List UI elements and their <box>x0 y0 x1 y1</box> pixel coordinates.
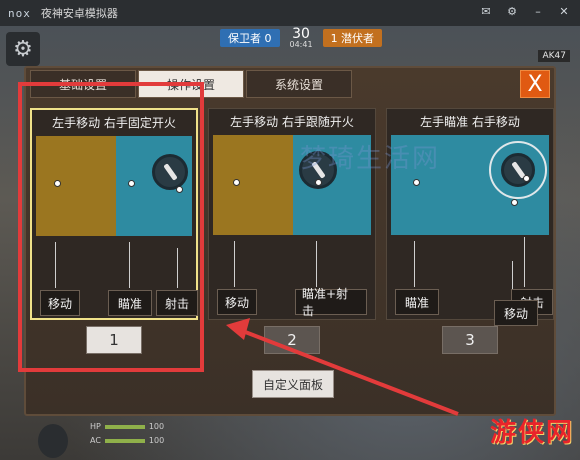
app-title: 夜神安卓模拟器 <box>40 7 118 20</box>
label-aim: 瞄准 <box>395 289 439 315</box>
invader-team-score: 1 潜伏者 <box>322 29 383 47</box>
hp-label: HP <box>90 422 101 431</box>
close-window-icon[interactable]: ✕ <box>558 5 570 18</box>
tab-control-settings[interactable]: 操作设置 <box>138 70 244 98</box>
move-zone <box>36 136 116 236</box>
settings-icon[interactable]: ⚙ <box>506 5 518 18</box>
nox-logo: nox <box>8 6 31 20</box>
layout-select-button-1[interactable]: 1 <box>86 326 142 354</box>
score-value: 30 <box>292 26 310 42</box>
layout-panel-1[interactable]: 左手移动 右手固定开火 移动 瞄准 射击 <box>30 108 198 320</box>
label-aim: 瞄准 <box>108 290 152 316</box>
label-fire: 射击 <box>156 290 198 316</box>
player-stance-icon <box>38 424 68 458</box>
custom-panel-button[interactable]: 自定义面板 <box>252 370 334 398</box>
emulator-titlebar: nox 夜神安卓模拟器 ✉ ⚙ – ✕ <box>0 0 580 26</box>
move-zone <box>213 135 293 235</box>
label-move-panel-3: 移动 <box>494 300 538 326</box>
label-move: 移动 <box>217 289 257 315</box>
aim-anchor-dot <box>128 180 135 187</box>
layout-select-button-3[interactable]: 3 <box>442 326 498 354</box>
game-settings-gear-icon[interactable]: ⚙ <box>6 32 40 66</box>
watermark-text: 梦琦生活网 <box>300 144 441 174</box>
weapon-label: AK47 <box>538 50 570 62</box>
layout-title-2: 左手移动 右手跟随开火 <box>230 115 354 129</box>
fire-anchor-dot <box>523 175 530 182</box>
hp-bar: HP 100 <box>90 422 164 431</box>
layout-title-3: 左手瞄准 右手移动 <box>420 115 520 129</box>
layout-preview-1 <box>36 136 192 236</box>
aim-fire-anchor-dot <box>315 179 322 186</box>
mail-icon[interactable]: ✉ <box>480 5 492 18</box>
scoreboard: 保卫者 0 30 04:41 1 潜伏者 <box>220 27 383 49</box>
ac-bar: AC 100 <box>90 436 164 445</box>
site-logo: 游侠网 <box>489 418 574 448</box>
move-knob-icon <box>501 153 535 187</box>
settings-tabs: 基础设置 操作设置 系统设置 <box>30 70 352 98</box>
label-aim-fire: 瞄准+射击 <box>295 287 367 318</box>
move-anchor-dot <box>54 180 61 187</box>
close-dialog-button[interactable]: X <box>520 70 550 98</box>
minimize-icon[interactable]: – <box>532 5 544 18</box>
label-move: 移动 <box>40 290 80 316</box>
tab-system-settings[interactable]: 系统设置 <box>246 70 352 98</box>
ac-label: AC <box>90 436 101 445</box>
move-anchor-dot <box>233 179 240 186</box>
round-score: 30 04:41 <box>290 27 313 49</box>
defender-team-score: 保卫者 0 <box>220 29 280 47</box>
ac-value: 100 <box>148 436 165 445</box>
round-timer: 04:41 <box>289 40 313 49</box>
move-anchor-dot <box>511 199 518 206</box>
settings-dialog: 基础设置 操作设置 系统设置 X 左手移动 右手固定开火 移动 瞄准 射击 左手… <box>24 66 556 416</box>
titlebar-controls: ✉ ⚙ – ✕ <box>480 5 570 18</box>
tab-basic-settings[interactable]: 基础设置 <box>30 70 136 98</box>
layout-select-button-2[interactable]: 2 <box>264 326 320 354</box>
aim-anchor-dot <box>413 179 420 186</box>
layout-title-1: 左手移动 右手固定开火 <box>52 116 176 130</box>
fire-anchor-dot <box>176 186 183 193</box>
hp-value: 100 <box>148 422 165 431</box>
fire-knob-icon <box>152 154 188 190</box>
